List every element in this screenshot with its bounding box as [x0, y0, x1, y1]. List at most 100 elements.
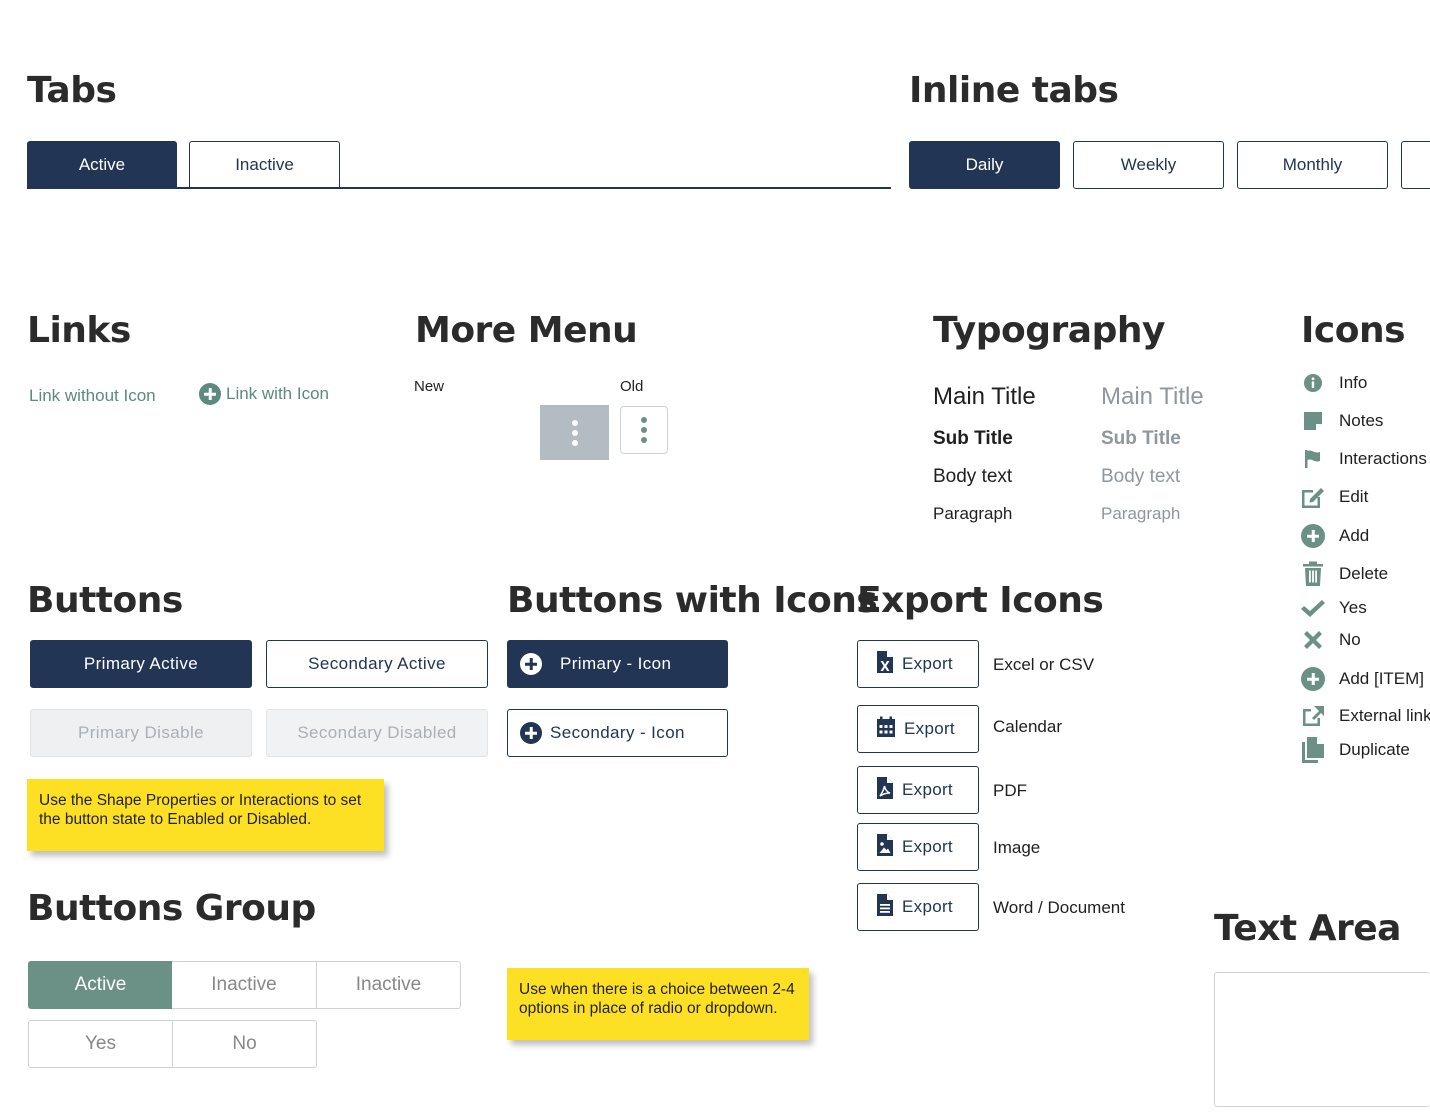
link-with-icon-label: Link with Icon [226, 384, 329, 403]
icon-row-yes: Yes [1300, 595, 1367, 621]
icons-heading: Icons [1301, 310, 1406, 351]
secondary-icon-button-label: Secondary - Icon [550, 723, 685, 742]
icon-row-edit: Edit [1300, 484, 1368, 510]
typo-paragraph-muted: Paragraph [1101, 504, 1181, 523]
excel-icon [876, 650, 894, 679]
icon-label: Info [1339, 373, 1368, 392]
export-word-label: Word / Document [993, 898, 1125, 917]
inline-tab-weekly[interactable]: Weekly [1073, 141, 1224, 189]
add-icon [1300, 523, 1326, 549]
calendar-icon [876, 716, 896, 743]
inline-tab-overflow[interactable] [1401, 141, 1430, 189]
group-button-inactive-1[interactable]: Inactive [172, 961, 317, 1009]
buttons-group-sticky-note: Use when there is a choice between 2-4 o… [507, 968, 809, 1040]
export-button-label: Export [902, 654, 953, 673]
icon-row-no: No [1300, 627, 1361, 653]
icon-label: External link [1339, 706, 1430, 725]
buttons-group-heading: Buttons Group [27, 888, 316, 929]
more-menu-new-label: New [414, 378, 445, 395]
typo-main-title-muted: Main Title [1101, 383, 1204, 410]
export-image-label: Image [993, 838, 1041, 857]
add-circle-icon [520, 722, 542, 744]
export-excel-label: Excel or CSV [993, 655, 1095, 674]
icon-row-add-item: Add [ITEM] [1300, 666, 1424, 692]
icon-row-duplicate: Duplicate [1300, 737, 1410, 763]
icon-label: Notes [1339, 411, 1384, 430]
secondary-disabled-button[interactable]: Secondary Disabled [266, 709, 488, 757]
info-icon [1300, 370, 1326, 396]
add-circle-icon [520, 653, 542, 675]
group-button-inactive-2[interactable]: Inactive [316, 961, 461, 1009]
secondary-active-button[interactable]: Secondary Active [266, 640, 488, 688]
buttons-heading: Buttons [27, 580, 183, 621]
primary-icon-button-label: Primary - Icon [560, 654, 672, 673]
primary-active-button[interactable]: Primary Active [30, 640, 252, 688]
add-item-icon [1300, 666, 1326, 692]
icon-row-interactions: Interactions [1300, 446, 1427, 472]
more-menu-old-label: Old [620, 378, 644, 395]
more-menu-old-button[interactable] [620, 406, 668, 454]
duplicate-icon [1300, 737, 1326, 763]
link-with-icon[interactable]: Link with Icon [199, 383, 329, 405]
document-icon [876, 893, 894, 922]
tabs-underline [27, 187, 891, 189]
inline-tab-monthly[interactable]: Monthly [1237, 141, 1388, 189]
typo-body-text-muted: Body text [1101, 466, 1181, 487]
flag-icon [1300, 446, 1326, 472]
external-link-icon [1300, 703, 1326, 729]
add-circle-icon [199, 383, 221, 405]
icon-label: Delete [1339, 564, 1389, 583]
pdf-icon [876, 776, 894, 805]
icon-label: Interactions [1339, 449, 1427, 468]
typo-main-title: Main Title [933, 383, 1036, 410]
image-icon [876, 833, 894, 862]
typo-sub-title: Sub Title [933, 428, 1013, 449]
primary-disabled-button[interactable]: Primary Disable [30, 709, 252, 757]
export-image-button[interactable]: Export [857, 823, 979, 871]
export-word-button[interactable]: Export [857, 883, 979, 931]
icon-label: Add [ITEM] [1339, 669, 1425, 688]
export-button-label: Export [902, 837, 953, 856]
export-calendar-label: Calendar [993, 717, 1062, 736]
more-menu-heading: More Menu [415, 310, 638, 351]
icon-label: Add [1339, 526, 1370, 545]
icon-row-external-link: External link [1300, 703, 1430, 729]
icon-row-delete: Delete [1300, 561, 1388, 587]
typo-sub-title-muted: Sub Title [1101, 428, 1181, 449]
tab-inactive[interactable]: Inactive [189, 141, 340, 188]
icon-label: Edit [1339, 487, 1369, 506]
buttons-sticky-note: Use the Shape Properties or Interactions… [27, 779, 384, 851]
group-button-no[interactable]: No [172, 1020, 317, 1068]
icon-row-add: Add [1300, 523, 1369, 549]
icon-row-info: Info [1300, 370, 1367, 396]
export-excel-button[interactable]: Export [857, 640, 979, 688]
icon-label: No [1339, 630, 1361, 649]
export-icons-heading: Export Icons [857, 580, 1104, 621]
trash-icon [1300, 561, 1326, 587]
icon-row-notes: Notes [1300, 408, 1383, 434]
inline-tabs-heading: Inline tabs [909, 70, 1119, 111]
tab-active[interactable]: Active [27, 141, 177, 188]
link-without-icon[interactable]: Link without Icon [29, 386, 156, 406]
edit-icon [1300, 484, 1326, 510]
typography-heading: Typography [933, 310, 1165, 351]
more-menu-new-button[interactable] [540, 405, 609, 460]
group-button-yes[interactable]: Yes [28, 1020, 173, 1068]
text-area-field[interactable] [1214, 972, 1430, 1107]
inline-tab-daily[interactable]: Daily [909, 141, 1060, 189]
typo-body-text: Body text [933, 466, 1013, 487]
notes-icon [1300, 408, 1326, 434]
group-button-active[interactable]: Active [28, 961, 173, 1009]
primary-icon-button[interactable]: Primary - Icon [507, 640, 728, 688]
links-heading: Links [27, 310, 131, 351]
secondary-icon-button[interactable]: Secondary - Icon [507, 709, 728, 757]
close-icon [1300, 627, 1326, 653]
check-icon [1300, 595, 1326, 621]
typo-paragraph: Paragraph [933, 504, 1013, 523]
export-button-label: Export [902, 897, 953, 916]
export-pdf-button[interactable]: Export [857, 766, 979, 814]
icon-label: Yes [1339, 598, 1367, 617]
text-area-heading: Text Area [1214, 908, 1401, 949]
export-calendar-button[interactable]: Export [857, 705, 979, 753]
icon-label: Duplicate [1339, 740, 1410, 759]
